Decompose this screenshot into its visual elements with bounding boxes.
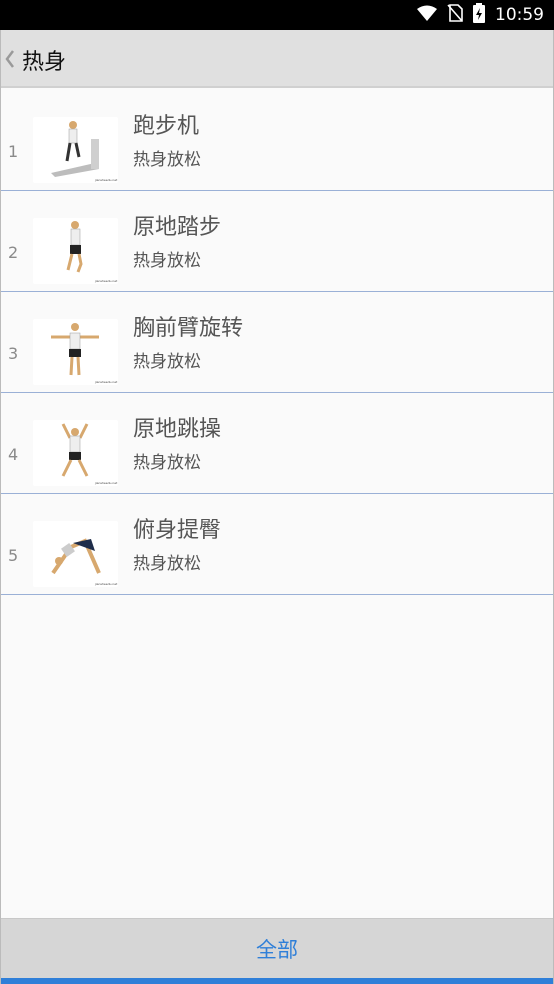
item-subtitle: 热身放松	[133, 352, 201, 372]
list-item[interactable]: 5 jiansheedu.net 俯身提臀 热身放松	[0, 494, 554, 595]
status-time: 10:59	[495, 5, 544, 25]
item-number: 2	[8, 243, 19, 262]
svg-text:jiansheedu.net: jiansheedu.net	[94, 481, 118, 485]
svg-text:jiansheedu.net: jiansheedu.net	[94, 178, 118, 182]
status-icons: 10:59	[417, 0, 544, 30]
item-subtitle: 热身放松	[133, 251, 201, 271]
svg-text:jiansheedu.net: jiansheedu.net	[94, 582, 118, 586]
treadmill-exercise-icon: jiansheedu.net	[33, 117, 118, 183]
page-title: 热身	[22, 50, 67, 75]
list-item[interactable]: 3 jiansheedu.net 胸前臂旋转 热身放松	[0, 292, 554, 393]
exercise-list: 1 jiansheedu.net 跑步机 热身放松 2 jiansheedu.n…	[0, 90, 554, 595]
march-in-place-icon: jiansheedu.net	[33, 218, 118, 284]
item-title: 原地踏步	[133, 215, 222, 240]
list-item[interactable]: 1 jiansheedu.net 跑步机 热身放松	[0, 90, 554, 191]
all-button[interactable]: 全部	[0, 918, 554, 978]
item-title: 俯身提臀	[133, 518, 222, 543]
item-number: 5	[8, 546, 19, 565]
item-title: 原地跳操	[133, 417, 222, 442]
svg-text:jiansheedu.net: jiansheedu.net	[94, 380, 118, 384]
status-bar: 10:59	[0, 0, 554, 30]
footer-accent-bar	[0, 978, 554, 984]
item-title: 跑步机	[133, 114, 200, 139]
item-number: 1	[8, 142, 19, 161]
item-title: 胸前臂旋转	[133, 316, 244, 341]
header: 热身	[0, 30, 554, 88]
wifi-icon	[417, 5, 437, 25]
item-subtitle: 热身放松	[133, 150, 201, 170]
list-item[interactable]: 2 jiansheedu.net 原地踏步 热身放松	[0, 191, 554, 292]
svg-text:jiansheedu.net: jiansheedu.net	[94, 279, 118, 283]
item-number: 3	[8, 344, 19, 363]
jumping-jacks-icon: jiansheedu.net	[33, 420, 118, 486]
item-subtitle: 热身放松	[133, 554, 201, 574]
battery-charging-icon	[473, 3, 485, 27]
arm-circles-icon: jiansheedu.net	[33, 319, 118, 385]
downward-dog-icon: jiansheedu.net	[33, 521, 118, 587]
no-sim-icon	[447, 4, 463, 26]
list-item[interactable]: 4 jiansheedu.net 原地跳操 热身放松	[0, 393, 554, 494]
all-button-label: 全部	[256, 937, 298, 962]
item-number: 4	[8, 445, 19, 464]
chevron-left-icon[interactable]	[4, 49, 16, 69]
item-subtitle: 热身放松	[133, 453, 201, 473]
